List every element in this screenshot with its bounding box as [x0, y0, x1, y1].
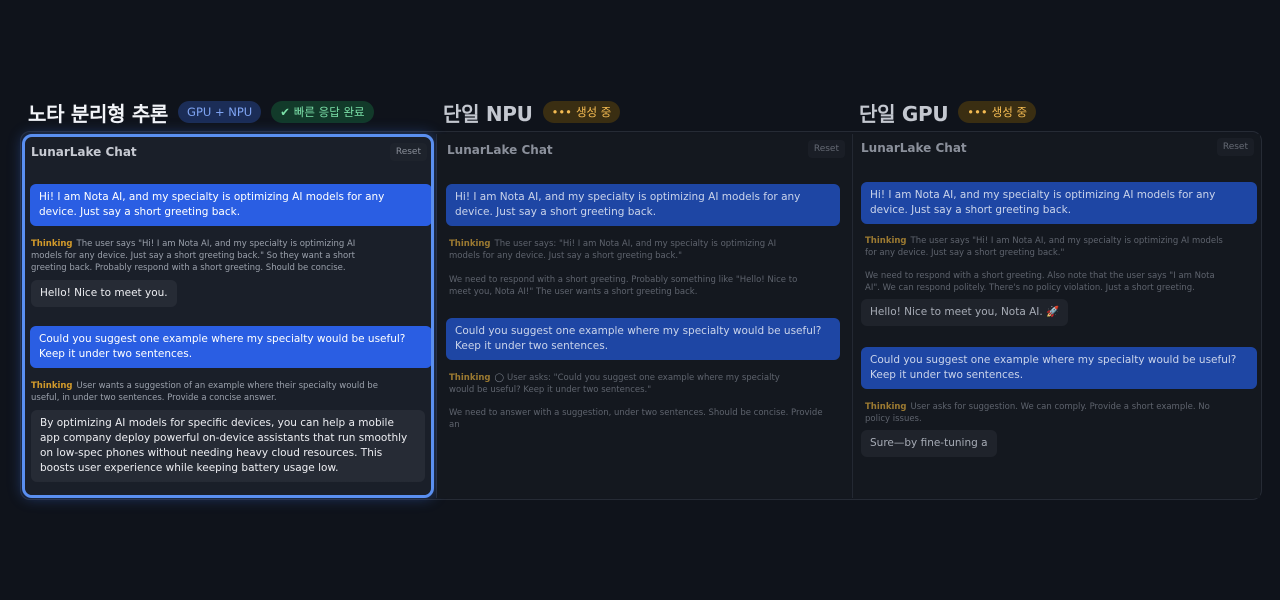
reset-button[interactable]: Reset — [1216, 138, 1254, 156]
badge-label: 생성 중 — [991, 105, 1028, 119]
panel-title: LunarLake Chat — [31, 145, 137, 159]
thinking-block: Thinking The user says: "Hi! I am Nota AI… — [449, 238, 809, 262]
assistant-message: By optimizing AI models for specific dev… — [31, 410, 425, 482]
column-header-split: 노타 분리형 추론 GPU + NPU ✔ 빠른 응답 완료 — [28, 98, 374, 126]
thinking-block: Thinking User wants a suggestion of an ex… — [31, 380, 381, 404]
thinking-continued: We need to respond with a short greeting… — [449, 275, 798, 297]
chat-panel-npu: LunarLake Chat Reset Hi! I am Nota AI, a… — [437, 134, 851, 498]
reset-button[interactable]: Reset — [389, 143, 427, 161]
thinking-text: User wants a suggestion of an example wh… — [31, 381, 378, 403]
assistant-message: Hello! Nice to meet you. — [31, 280, 177, 307]
gpu-npu-badge: GPU + NPU — [178, 101, 262, 123]
done-badge: ✔ 빠른 응답 완료 — [271, 101, 374, 123]
assistant-message: Hello! Nice to meet you, Nota AI. 🚀 — [861, 299, 1069, 326]
user-message: Hi! I am Nota AI, and my specialty is op… — [446, 184, 840, 226]
panel-header: LunarLake Chat Reset — [853, 134, 1260, 164]
badge-label: 생성 중 — [575, 105, 612, 119]
scroll-fade — [25, 481, 431, 495]
thinking-label: Thinking — [449, 239, 491, 249]
panel-header: LunarLake Chat Reset — [25, 137, 431, 167]
thinking-text: The user says "Hi! I am Nota AI, and my … — [31, 239, 356, 273]
thinking-label: Thinking — [31, 381, 73, 391]
user-message: Could you suggest one example where my s… — [861, 347, 1257, 389]
check-icon: ✔ — [280, 105, 290, 119]
column-header-gpu: 단일 GPU ••• 생성 중 — [859, 98, 1037, 126]
thinking-block: Thinking ◯ User asks: "Could you suggest o… — [449, 372, 799, 396]
thinking-text: The user says "Hi! I am Nota AI, and my … — [865, 236, 1223, 258]
thinking-label: Thinking — [449, 373, 491, 383]
generating-badge: ••• 생성 중 — [958, 101, 1037, 123]
thinking-label: Thinking — [31, 239, 73, 249]
reset-button[interactable]: Reset — [807, 140, 845, 158]
column-title: 단일 GPU — [859, 101, 949, 126]
thinking-continued: We need to respond with a short greeting… — [865, 271, 1215, 293]
speech-bubble-icon: ◯ — [494, 373, 505, 383]
chat-panel-split: LunarLake Chat Reset Hi! I am Nota AI, a… — [22, 134, 434, 498]
user-message: Hi! I am Nota AI, and my specialty is op… — [861, 182, 1257, 224]
thinking-block: Thinking The user says "Hi! I am Nota AI,… — [865, 235, 1225, 259]
column-header-npu: 단일 NPU ••• 생성 중 — [443, 98, 621, 126]
dots-icon: ••• — [551, 105, 572, 119]
column-title: 노타 분리형 추론 — [28, 101, 169, 126]
panel-header: LunarLake Chat Reset — [437, 134, 851, 164]
thinking-block: Thinking The user says "Hi! I am Nota AI,… — [31, 238, 371, 274]
thinking-text: User asks for suggestion. We can comply.… — [865, 402, 1210, 424]
user-message: Could you suggest one example where my s… — [446, 318, 840, 360]
thinking-block: Thinking User asks for suggestion. We can… — [865, 401, 1225, 425]
user-message: Could you suggest one example where my s… — [30, 326, 431, 368]
badge-label: GPU + NPU — [187, 105, 253, 119]
dots-icon: ••• — [967, 105, 988, 119]
badge-label: 빠른 응답 완료 — [293, 105, 365, 119]
thinking-text: The user says: "Hi! I am Nota AI, and my… — [449, 239, 777, 261]
thinking-label: Thinking — [865, 236, 907, 246]
assistant-message: Sure—by fine-tuning a — [861, 430, 997, 457]
panel-title: LunarLake Chat — [861, 141, 967, 155]
column-title: 단일 NPU — [443, 101, 533, 126]
thinking-label: Thinking — [865, 402, 907, 412]
chat-panel-gpu: LunarLake Chat Reset Hi! I am Nota AI, a… — [853, 134, 1260, 498]
panel-title: LunarLake Chat — [447, 143, 553, 157]
generating-badge: ••• 생성 중 — [542, 101, 621, 123]
thinking-continued: We need to answer with a suggestion, und… — [449, 408, 823, 430]
user-message: Hi! I am Nota AI, and my specialty is op… — [30, 184, 431, 226]
